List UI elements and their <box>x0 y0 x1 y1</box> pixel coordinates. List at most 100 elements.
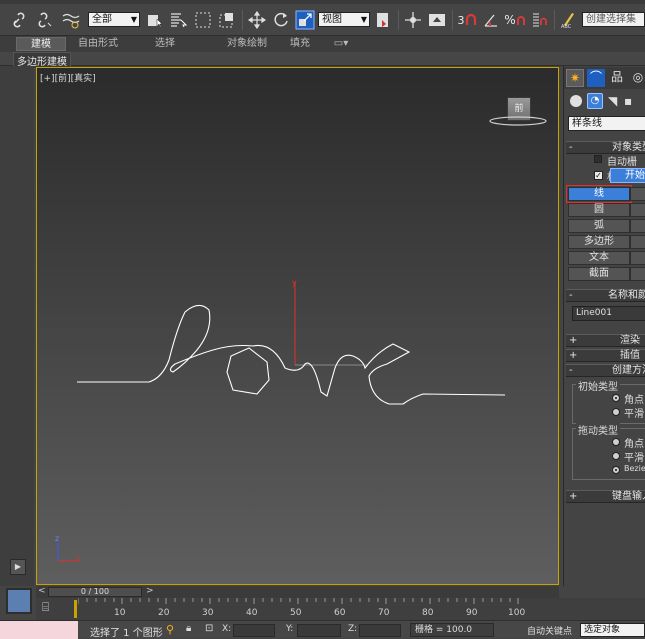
rollout-interpolation[interactable]: + 插值 <box>566 349 645 362</box>
pivot-icon[interactable] <box>372 9 394 31</box>
section-button[interactable]: 截面 <box>568 267 630 281</box>
hierarchy-tab-icon[interactable]: 品 <box>608 69 626 87</box>
object-name-input[interactable]: Line001 <box>572 306 645 321</box>
lights-category-icon[interactable]: ◥ <box>608 94 617 108</box>
chevron-down-icon: ▼ <box>360 15 367 24</box>
love-spline-shape <box>77 304 506 405</box>
lock-selection-icon[interactable]: 🔒︎ <box>186 623 191 634</box>
selection-filter-dropdown[interactable]: 全部 ▼ <box>88 12 140 27</box>
maxscript-listener-field[interactable] <box>0 621 78 639</box>
move-icon[interactable] <box>246 9 268 31</box>
mini-listener-icon[interactable] <box>6 588 32 614</box>
x-coord-label: X: <box>222 624 232 634</box>
track-bar[interactable]: ⌸ 10 20 30 40 50 60 70 80 90 100 <box>36 598 645 620</box>
rollout-interpolation-title: 插值 <box>620 350 640 361</box>
initial-smooth-radio[interactable] <box>612 408 620 416</box>
toolbar-separator <box>242 10 243 30</box>
percent-label: % <box>504 13 516 27</box>
play-expand-icon[interactable]: ▶ <box>10 559 26 575</box>
rollout-creation-method[interactable]: -创建方法 <box>566 364 645 377</box>
frame-counter[interactable]: 0 / 100 <box>48 587 142 597</box>
time-slider[interactable]: < 0 / 100 > <box>36 586 559 598</box>
line-button[interactable]: 线 <box>566 185 632 203</box>
tick-label: 70 <box>378 608 390 618</box>
unlink-icon[interactable] <box>34 9 56 31</box>
rollout-rendering-title: 渲染 <box>620 335 640 346</box>
rollout-creation-method-title: 创建方法 <box>612 365 645 376</box>
viewport-front[interactable]: [+][前][真实] 前 y z x <box>36 67 559 585</box>
start-new-shape-checkbox[interactable]: ✓ <box>594 171 603 180</box>
tick-label: 90 <box>466 608 478 618</box>
initial-smooth-label: 平滑 <box>624 409 644 420</box>
time-next-icon[interactable]: > <box>146 586 154 596</box>
rollout-rendering[interactable]: + 渲染 <box>566 334 645 347</box>
initial-type-label: 初始类型 <box>576 378 620 393</box>
initial-corner-radio[interactable] <box>612 394 620 402</box>
rollout-name-color[interactable]: - 名称和颜 <box>566 289 645 302</box>
tab-freeform[interactable]: 自由形式 <box>72 37 124 51</box>
start-new-shape-button[interactable]: 开始新 <box>610 168 645 183</box>
create-tab-icon[interactable]: ✷ <box>566 69 584 87</box>
x-coord-field[interactable] <box>233 624 275 637</box>
reference-coord-dropdown[interactable]: 视图 ▼ <box>318 12 370 27</box>
select-manipulate-icon[interactable] <box>402 9 424 31</box>
select-object-icon[interactable] <box>144 9 166 31</box>
drag-smooth-radio[interactable] <box>612 452 620 460</box>
snap-toggle-icon[interactable]: 3 <box>456 9 478 31</box>
tick-label: 10 <box>114 608 126 618</box>
auto-grid-checkbox[interactable] <box>594 155 602 163</box>
absolute-mode-icon[interactable]: ⊡ <box>205 623 213 634</box>
drag-corner-radio[interactable] <box>612 438 620 446</box>
keyboard-shortcut-icon[interactable] <box>426 9 448 31</box>
rollout-keyboard-entry-title: 键盘输入 <box>612 491 645 502</box>
drag-corner-label: 角点 <box>624 439 644 450</box>
tab-modeling[interactable]: 建模 <box>16 37 66 51</box>
arc-button[interactable]: 弧 <box>568 219 630 233</box>
toolbar-separator <box>554 10 555 30</box>
link-icon[interactable] <box>10 9 32 31</box>
cameras-category-icon[interactable]: ▪ <box>624 94 632 108</box>
bind-spacewarp-icon[interactable] <box>60 9 82 31</box>
tab-object-paint[interactable]: 对象绘制 <box>206 37 288 51</box>
edit-named-selection-icon[interactable]: ABC <box>558 9 580 31</box>
angle-snap-icon[interactable] <box>480 9 502 31</box>
drag-bezier-radio[interactable] <box>612 466 620 474</box>
command-panel: ✷ ⌒ 品 ◎ ◔ ◥ ▪ 样条线 -对象类型 自动栅格 ✓ 开始新 线 圆 弧… <box>563 66 645 586</box>
button-slot-right <box>630 235 645 249</box>
selection-filter-value: 全部 <box>92 14 112 25</box>
axis-y-label: y <box>292 278 297 287</box>
z-coord-field[interactable] <box>359 624 401 637</box>
tab-selection[interactable]: 选择 <box>142 37 188 51</box>
geometry-category-icon[interactable] <box>570 95 582 107</box>
ribbon-options-icon[interactable]: ▭▾ <box>330 37 352 51</box>
curve-editor-icon[interactable]: ⌸ <box>42 600 58 616</box>
drag-type-label: 拖动类型 <box>576 422 620 437</box>
percent-snap-icon[interactable]: % <box>504 9 526 31</box>
selected-object-dropdown[interactable]: 选定对象 <box>580 623 645 637</box>
tab-populate[interactable]: 填充 <box>282 37 318 51</box>
motion-tab-icon[interactable]: ◎ <box>629 69 645 87</box>
scale-icon[interactable] <box>294 9 316 31</box>
ngon-button[interactable]: 多边形 <box>568 235 630 249</box>
shapes-category-icon[interactable]: ◔ <box>587 93 603 109</box>
tick-label: 30 <box>202 608 214 618</box>
spinner-snap-icon[interactable] <box>528 9 550 31</box>
toolbar-separator <box>398 10 399 30</box>
category-dropdown[interactable]: 样条线 <box>568 116 645 131</box>
y-coord-field[interactable] <box>297 624 341 637</box>
circle-button[interactable]: 圆 <box>568 203 630 217</box>
select-by-name-icon[interactable] <box>167 9 189 31</box>
drag-bezier-label: Bezier <box>624 464 645 473</box>
window-crossing-icon[interactable] <box>216 9 238 31</box>
text-button[interactable]: 文本 <box>568 251 630 265</box>
rollout-keyboard-entry[interactable]: +键盘输入 <box>566 490 645 503</box>
status-bar: 选择了 1 个图形 ⚲ 🔒︎ ⊡ X: Y: Z: 栅格 = 100.0 自动关… <box>0 620 645 639</box>
isolate-selection-icon[interactable]: ⚲ <box>166 623 174 636</box>
time-prev-icon[interactable]: < <box>38 586 46 596</box>
named-selection-field[interactable]: 创建选择集 <box>582 12 645 27</box>
auto-key-button[interactable]: 自动关键点 <box>527 624 572 637</box>
rect-region-icon[interactable] <box>192 9 214 31</box>
rotate-icon[interactable] <box>270 9 292 31</box>
svg-text:ABC: ABC <box>561 24 572 29</box>
modify-tab-icon[interactable]: ⌒ <box>587 69 605 87</box>
